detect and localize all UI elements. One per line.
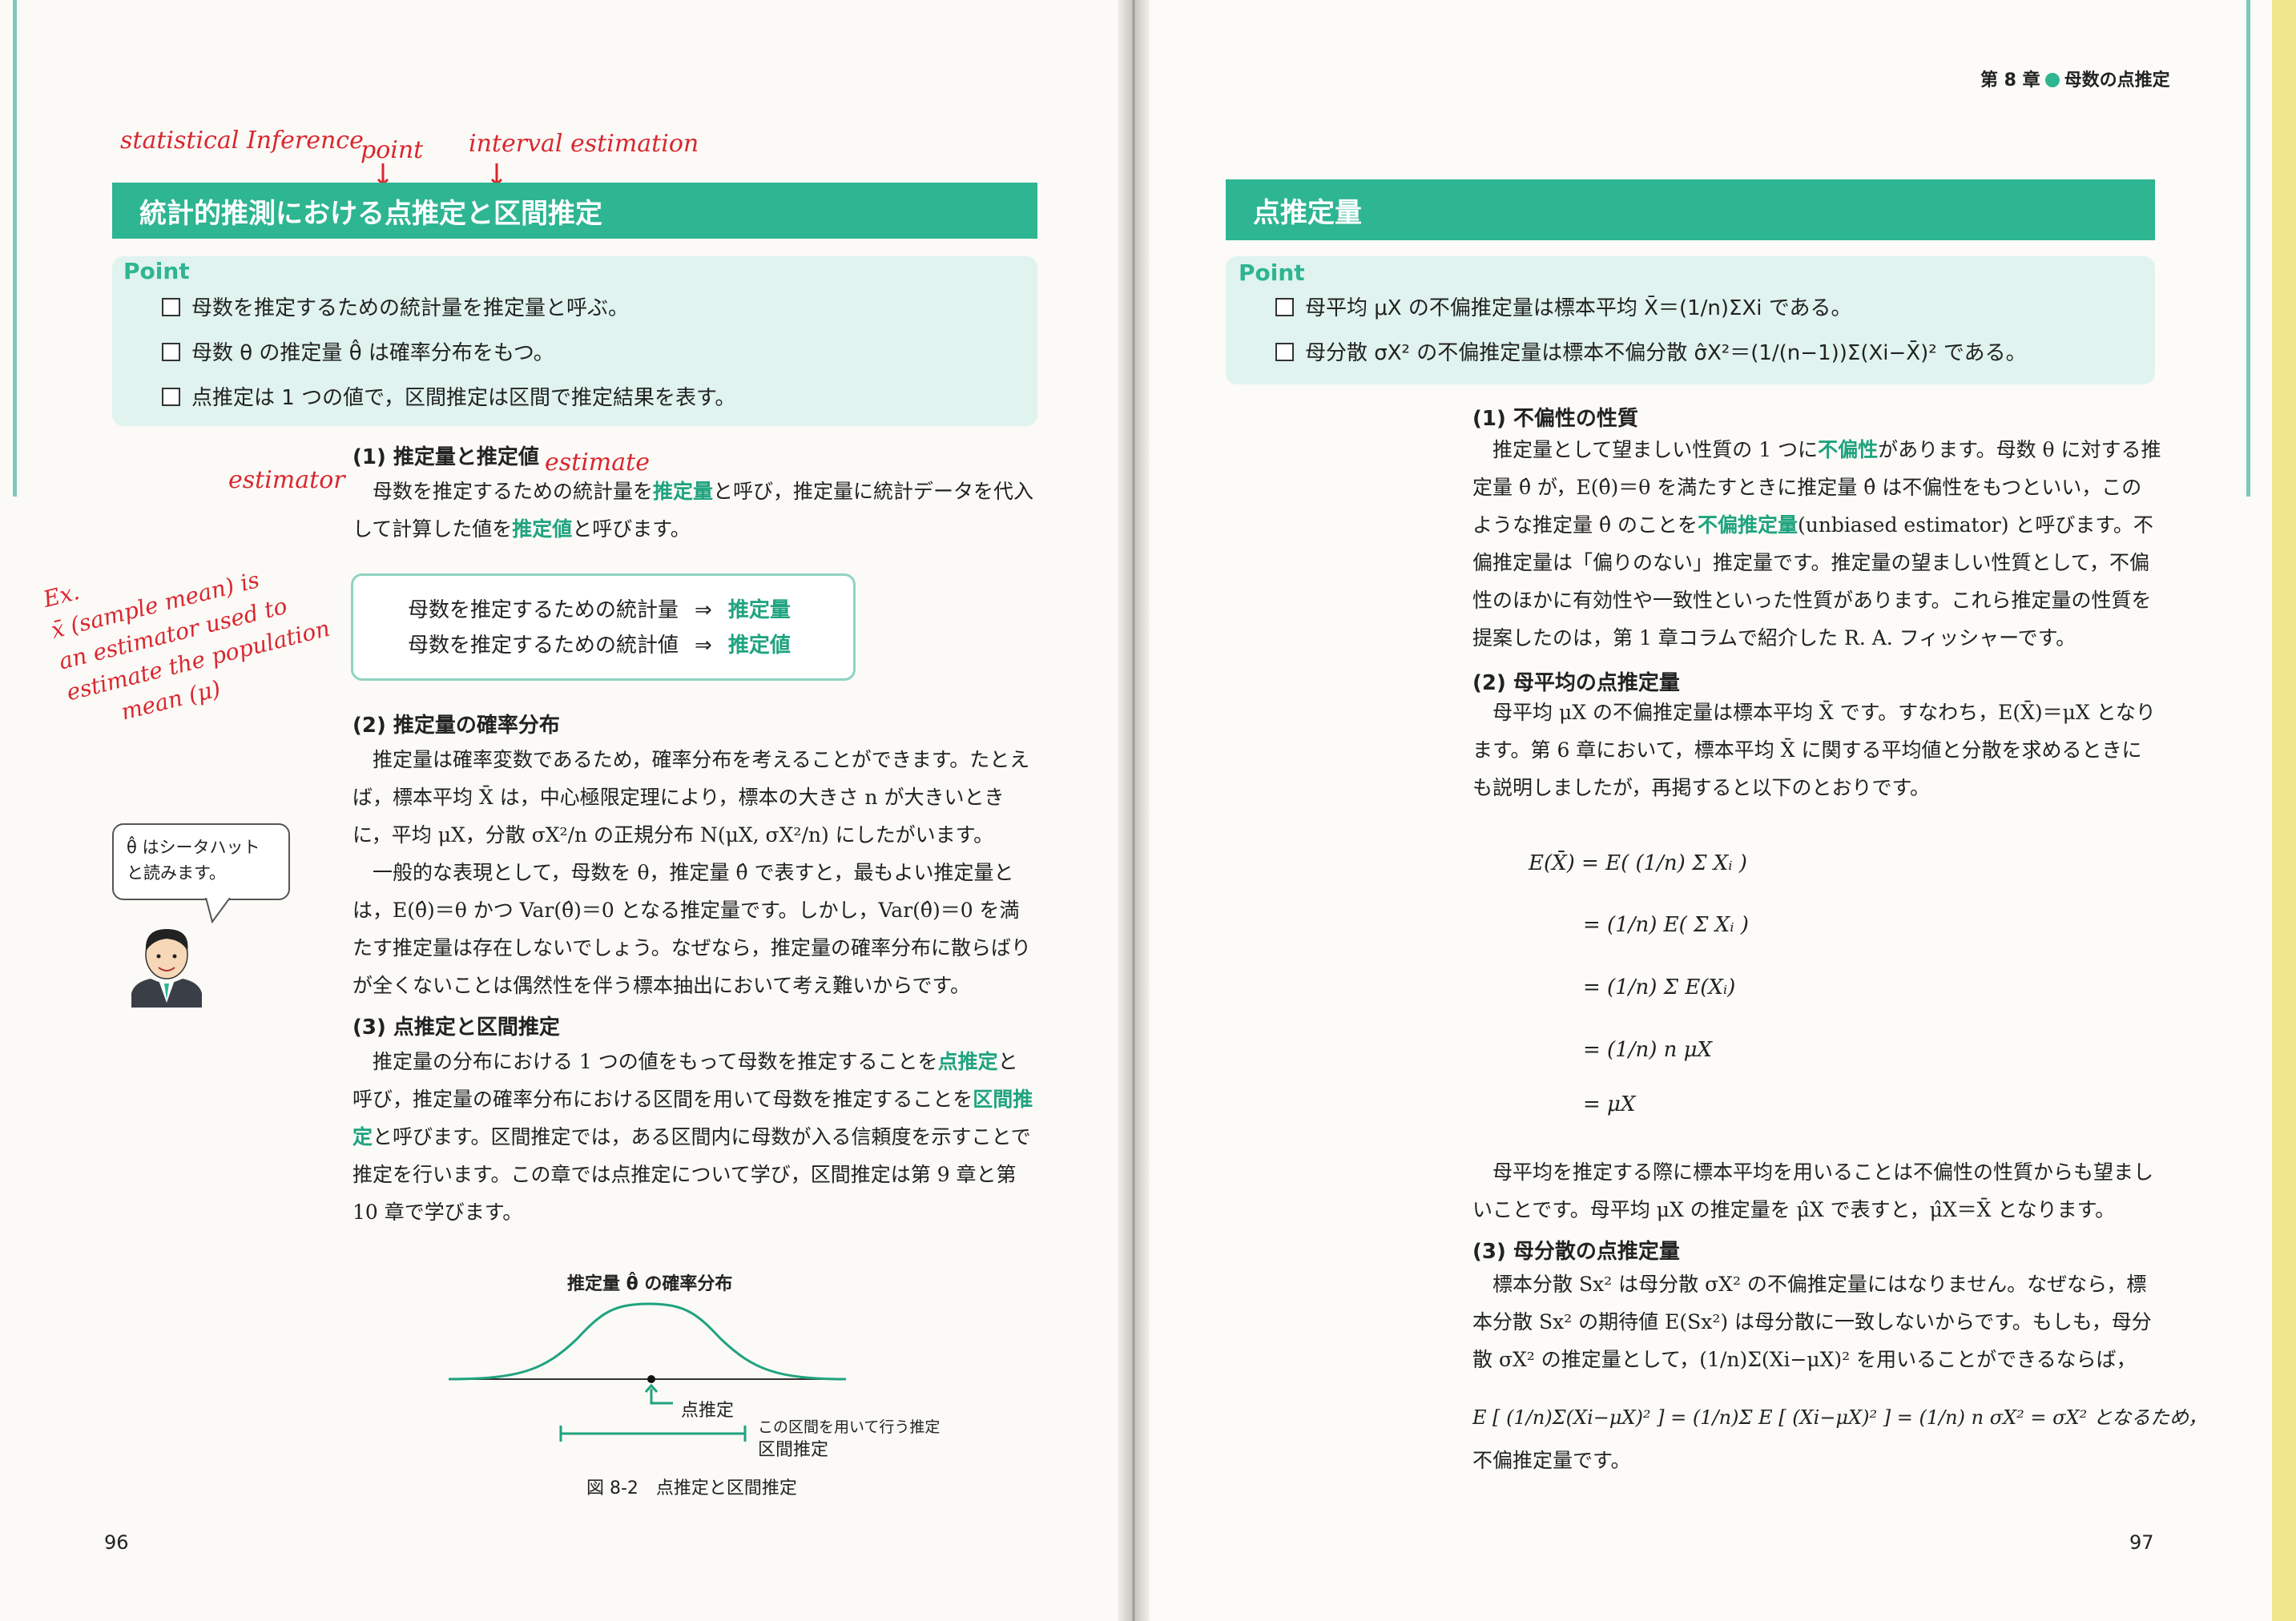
right-page: 第 8 章母数の点推定 点推定量 Point 母平均 μX の不偏推定量は標本平…: [1136, 0, 2296, 1621]
paragraph-mean-2: 母平均を推定する際に標本平均を用いることは不偏性の性質からも望ましいことです。母…: [1472, 1160, 2154, 1221]
figure-point-label: 点推定: [681, 1401, 735, 1421]
running-head: 第 8 章母数の点推定: [1980, 70, 2170, 91]
figure-interval-name: 区間推定: [758, 1440, 829, 1460]
figure-caption: 図 8-2 点推定と区間推定: [586, 1478, 797, 1498]
summary-row: 母数を推定するための統計量 ⇒ 推定量: [408, 598, 791, 622]
equation-line: = (1/n) Σ E(Xᵢ): [1583, 975, 1736, 1000]
equation-line: = (1/n) n μX: [1583, 1038, 1713, 1062]
handnote-statistical-inference: statistical Inference: [120, 127, 364, 155]
sidebar-stripe: [2246, 0, 2250, 497]
point-item: 点推定は 1 つの値で，区間推定は区間で推定結果を表す。: [162, 381, 735, 411]
point-title: Point: [1239, 259, 1305, 286]
sidebar-stripe: [13, 0, 17, 497]
equation-line: = (1/n) E( Σ Xᵢ ): [1583, 913, 1749, 937]
section-banner: 点推定量: [1226, 179, 2155, 240]
variance-equation: E [ (1/n)Σ(Xi−μX)² ] = (1/n)Σ E [ (Xi−μX…: [1472, 1406, 2207, 1429]
section-banner: 統計的推測における点推定と区間推定: [112, 183, 1037, 239]
handnote-interval-estimation: interval estimation: [469, 130, 699, 158]
paragraph-variance: 標本分散 Sx² は母分散 σX² の不偏推定量にはなりません。なぜなら，標本分…: [1472, 1273, 2152, 1371]
paragraph-mean: 母平均 μX の不偏推定量は標本平均 X̄ です。すなわち，E(X̄)＝μX と…: [1472, 701, 2156, 799]
page-number: 96: [104, 1531, 129, 1554]
point-item: 母数を推定するための統計量を推定量と呼ぶ。: [162, 292, 629, 321]
equation-line: = μX: [1583, 1092, 1636, 1116]
bubble-tail: [205, 898, 231, 924]
handnote-estimator: estimator: [228, 466, 345, 494]
left-page: statistical Inference point interval est…: [0, 0, 1130, 1621]
point-item: 母数 θ の推定量 θ̂ は確率分布をもつ。: [162, 336, 554, 366]
section-heading-estimator: (1) 推定量と推定値: [352, 445, 539, 469]
section-heading-distribution: (2) 推定量の確率分布: [352, 714, 560, 738]
handnote-example: Ex. x̄ (sample mean) is an estimator use…: [40, 566, 333, 726]
paragraph-unbiasedness: 推定量として望ましい性質の 1 つに不偏性があります。母数 θ に対する推定量 …: [1472, 438, 2161, 650]
figure-interval-label: この区間を用いて行う推定: [758, 1418, 941, 1436]
checkbox-icon: [162, 298, 180, 316]
summary-box: 母数を推定するための統計量 ⇒ 推定量 母数を推定するための統計値 ⇒ 推定値: [351, 573, 856, 681]
paragraph-estimator: 母数を推定するための統計量を推定量と呼び，推定量に統計データを代入して計算した値…: [352, 480, 1034, 541]
paragraph-point-interval: 推定量の分布における 1 つの値をもって母数を推定することを点推定と呼び，推定量…: [352, 1050, 1033, 1224]
checkbox-icon: [1275, 343, 1294, 361]
summary-row: 母数を推定するための統計値 ⇒ 推定値: [408, 634, 791, 658]
section-heading-point-interval: (3) 点推定と区間推定: [352, 1016, 560, 1040]
page-number: 97: [2129, 1531, 2154, 1554]
section-heading-variance: (3) 母分散の点推定量: [1472, 1240, 1680, 1264]
point-item: 母平均 μX の不偏推定量は標本平均 X̄＝(1/n)ΣXi である。: [1275, 292, 1852, 321]
checkbox-icon: [1275, 298, 1294, 316]
checkbox-icon: [162, 343, 180, 361]
paragraph-variance-end: 不偏推定量です。: [1472, 1449, 1631, 1472]
point-box: Point 母平均 μX の不偏推定量は標本平均 X̄＝(1/n)ΣXi である…: [1226, 256, 2155, 384]
teacher-avatar: [131, 929, 202, 1008]
checkbox-icon: [162, 388, 180, 406]
section-heading-mean: (2) 母平均の点推定量: [1472, 671, 1680, 695]
section-heading-unbiasedness: (1) 不偏性の性質: [1472, 407, 1638, 431]
point-box: Point 母数を推定するための統計量を推定量と呼ぶ。 母数 θ の推定量 θ̂…: [112, 256, 1037, 426]
green-dot-icon: [2044, 73, 2060, 87]
speech-bubble: θ̂ はシータハットと読みます。: [112, 823, 290, 900]
point-title: Point: [123, 258, 190, 284]
paragraph-distribution: 推定量は確率変数であるため，確率分布を考えることができます。たとえば，標本平均 …: [352, 748, 1032, 997]
equation-line: E(X̄) = E( (1/n) Σ Xᵢ ): [1529, 851, 1747, 875]
point-item: 母分散 σX² の不偏推定量は標本不偏分散 σ̂X²＝(1/(n−1))Σ(Xi…: [1275, 336, 2027, 366]
chapter-tab: [2272, 0, 2296, 1621]
book-gutter: [1118, 0, 1150, 1621]
